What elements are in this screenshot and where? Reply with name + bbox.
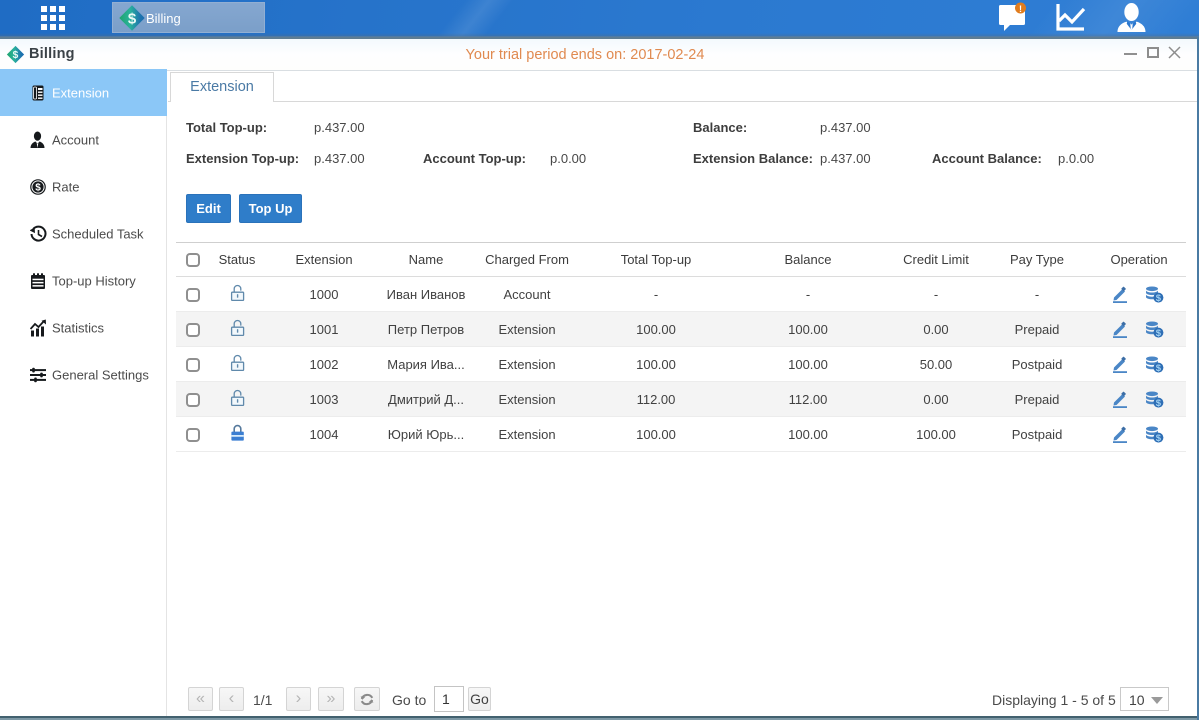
svg-text:$: $ xyxy=(128,11,137,28)
svg-text:$: $ xyxy=(35,182,41,193)
svg-text:$: $ xyxy=(1155,363,1161,373)
svg-text:!: ! xyxy=(1019,4,1022,14)
svg-text:$: $ xyxy=(1155,328,1161,338)
svg-text:$: $ xyxy=(1155,293,1161,303)
svg-text:$: $ xyxy=(1155,398,1161,408)
svg-text:$: $ xyxy=(1155,433,1161,443)
